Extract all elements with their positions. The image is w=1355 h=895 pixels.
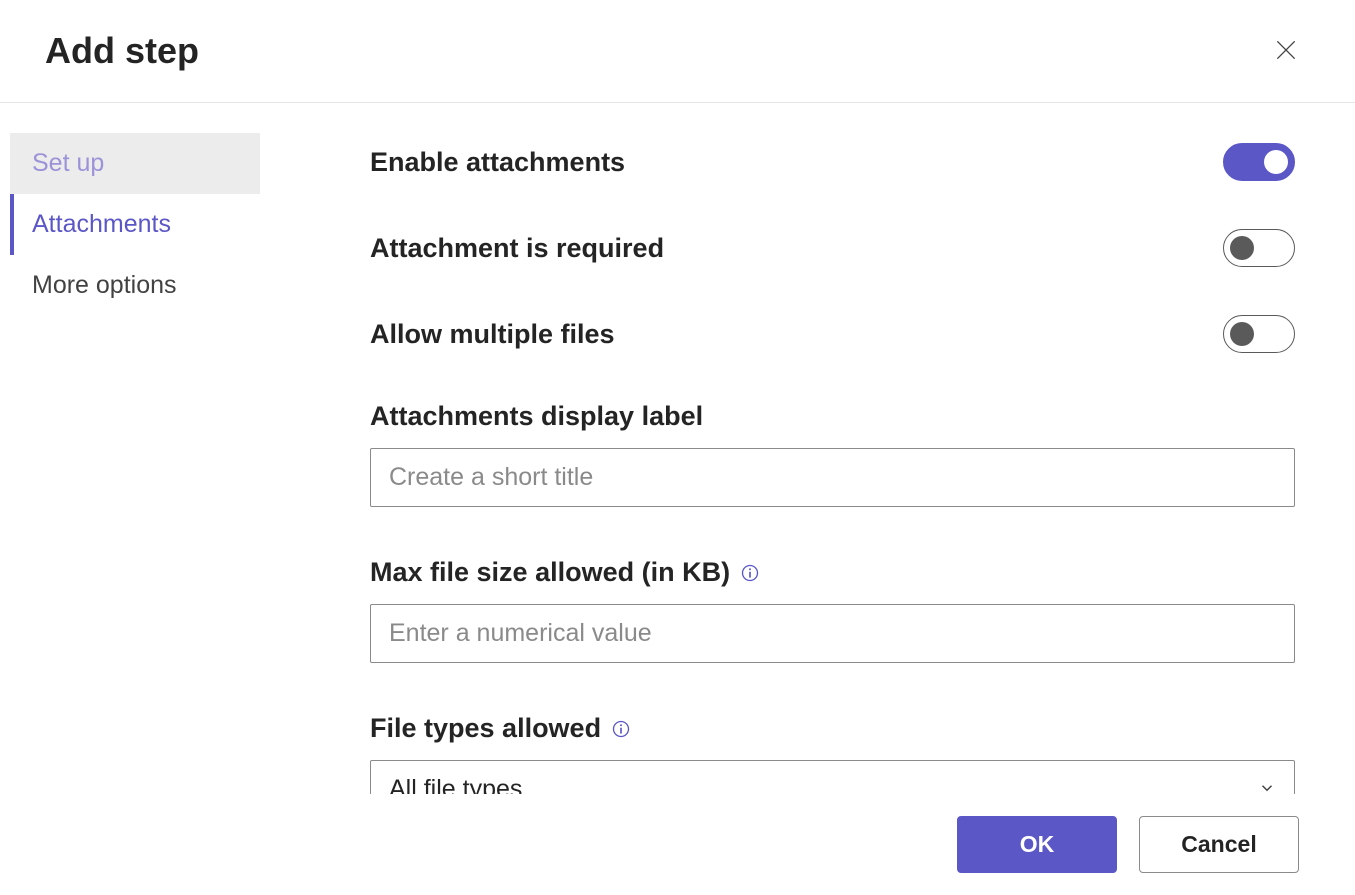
ok-button[interactable]: OK (957, 816, 1117, 873)
dialog-title: Add step (45, 30, 199, 72)
label-text: Max file size allowed (in KB) (370, 557, 730, 588)
label-attachment-required: Attachment is required (370, 233, 664, 264)
label-text: Attachments display label (370, 401, 703, 432)
sidebar-item-attachments[interactable]: Attachments (10, 194, 260, 255)
label-file-types: File types allowed (370, 713, 1295, 744)
select-value: All file types (389, 775, 522, 794)
select-file-types[interactable]: All file types (370, 760, 1295, 794)
dialog-header: Add step (0, 0, 1355, 103)
content-scroll-wrap: Enable attachments Attachment is require… (260, 103, 1355, 794)
row-attachment-required: Attachment is required (370, 229, 1295, 267)
info-icon[interactable] (740, 563, 760, 583)
sidebar-item-setup[interactable]: Set up (10, 133, 260, 194)
toggle-allow-multiple[interactable] (1223, 315, 1295, 353)
row-allow-multiple: Allow multiple files (370, 315, 1295, 353)
sidebar-nav: Set up Attachments More options (0, 103, 260, 794)
close-button[interactable] (1267, 31, 1305, 72)
sidebar-item-more-options[interactable]: More options (10, 255, 260, 316)
toggle-knob (1230, 236, 1254, 260)
label-max-file-size: Max file size allowed (in KB) (370, 557, 1295, 588)
chevron-down-icon (1258, 775, 1276, 794)
dialog-body: Set up Attachments More options Enable a… (0, 103, 1355, 794)
toggle-knob (1264, 150, 1288, 174)
toggle-knob (1230, 322, 1254, 346)
sidebar-item-label: Attachments (32, 210, 171, 238)
close-icon (1273, 51, 1299, 66)
label-text: File types allowed (370, 713, 601, 744)
input-max-file-size[interactable] (370, 604, 1295, 663)
label-allow-multiple: Allow multiple files (370, 319, 615, 350)
field-file-types: File types allowed All file types (370, 713, 1295, 794)
sidebar-item-label: Set up (32, 149, 104, 177)
row-enable-attachments: Enable attachments (370, 143, 1295, 181)
cancel-button[interactable]: Cancel (1139, 816, 1299, 873)
label-display-label: Attachments display label (370, 401, 1295, 432)
label-enable-attachments: Enable attachments (370, 147, 625, 178)
field-display-label: Attachments display label (370, 401, 1295, 507)
dialog-footer: OK Cancel (0, 794, 1355, 895)
content-scroll[interactable]: Enable attachments Attachment is require… (260, 103, 1355, 794)
add-step-dialog: Add step Set up Attachments More options… (0, 0, 1355, 895)
input-display-label[interactable] (370, 448, 1295, 507)
info-icon[interactable] (611, 719, 631, 739)
toggle-attachment-required[interactable] (1223, 229, 1295, 267)
field-max-file-size: Max file size allowed (in KB) (370, 557, 1295, 663)
sidebar-item-label: More options (32, 271, 177, 299)
toggle-enable-attachments[interactable] (1223, 143, 1295, 181)
